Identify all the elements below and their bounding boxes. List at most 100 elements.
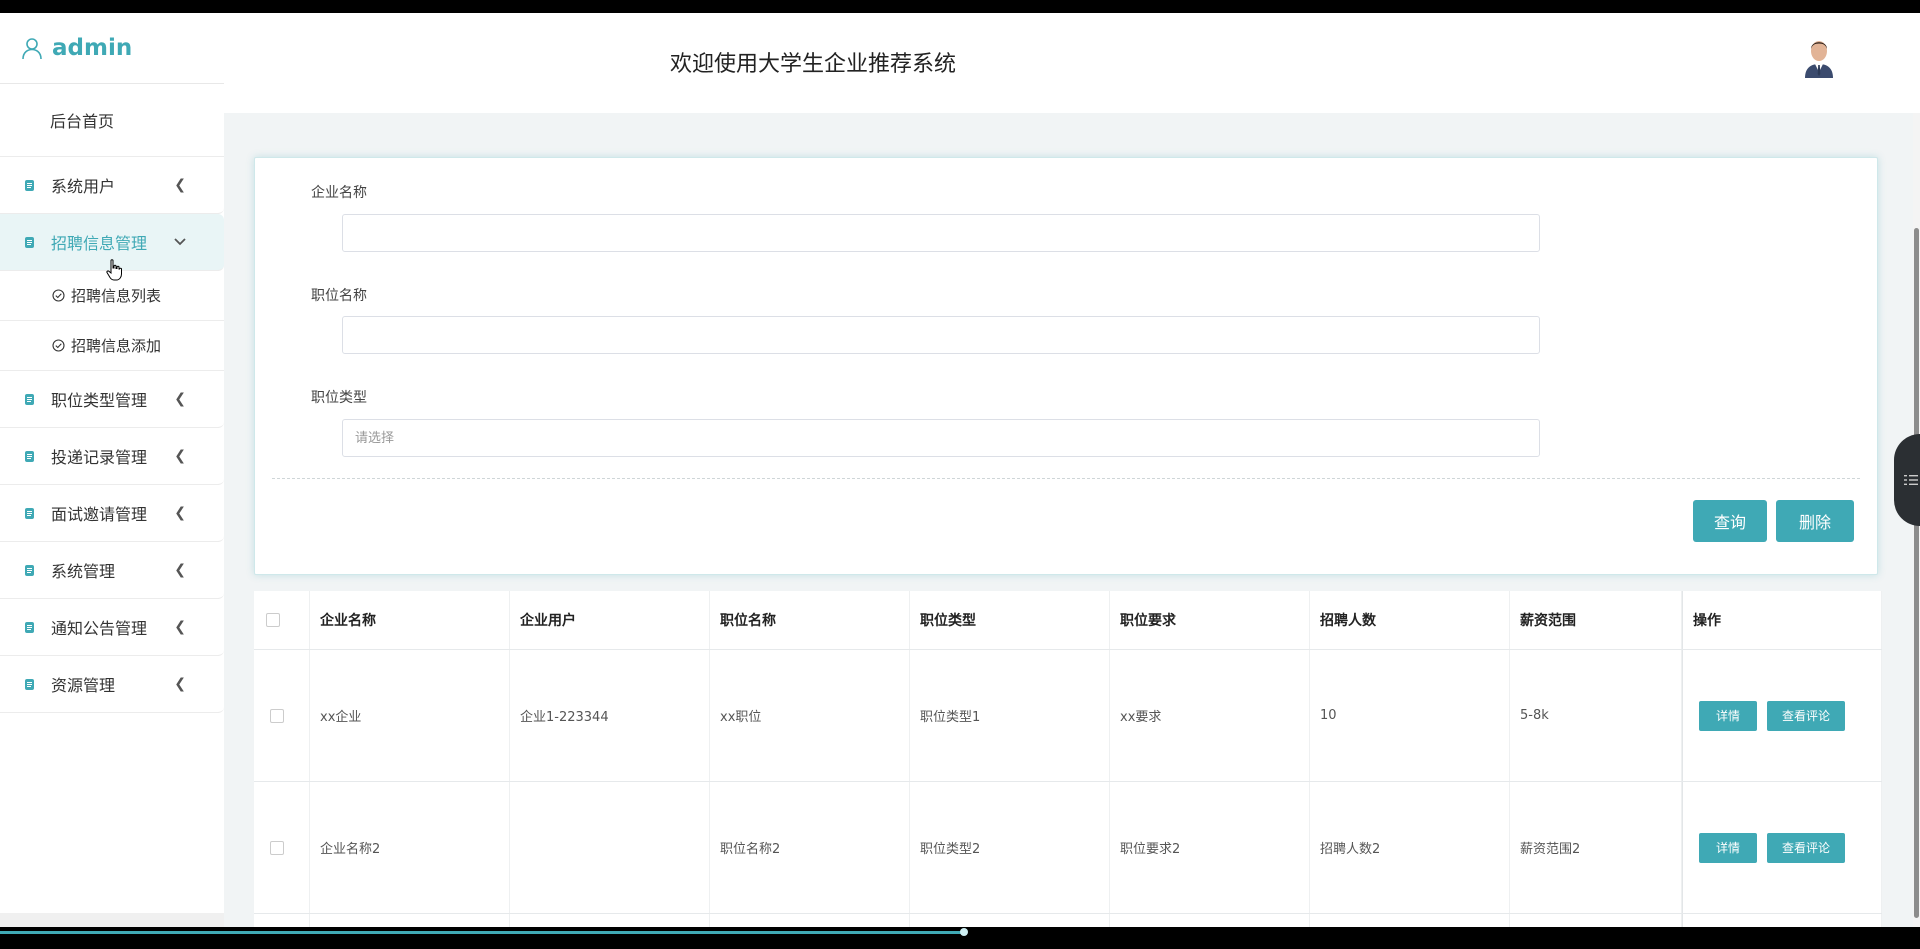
form-divider [272, 478, 1860, 479]
header-title: 欢迎使用大学生企业推荐系统 [670, 52, 957, 77]
view-comments-button[interactable]: 查看评论 [1767, 832, 1845, 863]
sidebar-item-system-users[interactable]: 系统用户 ❮ [0, 157, 224, 214]
table-cell: 10 [1310, 650, 1510, 781]
column-header[interactable]: 薪资范围 [1510, 591, 1682, 649]
list-menu-icon [1904, 475, 1918, 485]
column-header[interactable]: 企业用户 [510, 591, 710, 649]
table-cell [510, 914, 710, 927]
table-cell: 薪资范围2 [1510, 782, 1682, 913]
sidebar-item-resources[interactable]: 资源管理 ❮ [0, 656, 224, 713]
detail-button[interactable]: 详情 [1699, 700, 1757, 731]
document-icon [25, 621, 34, 633]
top-header: 欢迎使用大学生企业推荐系统 [224, 13, 1920, 114]
sidebar: admin 后台首页 系统用户 ❮ 招聘信息管理 招聘信息列表 招聘信息添加 职… [0, 13, 225, 927]
chevron-left-icon: ❮ [174, 391, 186, 407]
table-cell [910, 914, 1110, 927]
sidebar-logo: admin [0, 13, 224, 84]
main-content: 企业名称 职位名称 职位类型 请选择 查询 删除 企业名称 企业用户 职位名称 … [224, 113, 1920, 927]
column-header[interactable]: 职位名称 [710, 591, 910, 649]
document-icon [25, 179, 34, 191]
sidebar-item-label: 系统管理 [51, 562, 116, 581]
recruitment-table: 企业名称 企业用户 职位名称 职位类型 职位要求 招聘人数 薪资范围 操作 xx… [254, 591, 1882, 927]
row-checkbox[interactable] [270, 708, 284, 723]
table-cell [1510, 914, 1682, 927]
document-icon [25, 393, 34, 405]
position-type-label: 职位类型 [311, 390, 367, 406]
document-icon [25, 678, 34, 690]
check-circle-icon [52, 289, 65, 302]
video-progress-bar[interactable] [0, 931, 966, 934]
column-header[interactable]: 职位要求 [1110, 591, 1310, 649]
chevron-left-icon: ❮ [174, 448, 186, 464]
detail-button[interactable]: 详情 [1699, 832, 1757, 863]
delete-button[interactable]: 删除 [1776, 500, 1854, 542]
column-header[interactable]: 招聘人数 [1310, 591, 1510, 649]
table-cell: 职位名称2 [710, 782, 910, 913]
sidebar-subitem-label: 招聘信息添加 [71, 337, 162, 355]
position-name-label: 职位名称 [311, 288, 367, 304]
column-header[interactable]: 职位类型 [910, 591, 1110, 649]
table-row-partial [254, 914, 1882, 927]
table-cell: xx要求 [1110, 650, 1310, 781]
document-icon [25, 450, 34, 462]
table-cell [1682, 914, 1882, 927]
search-card: 企业名称 职位名称 职位类型 请选择 查询 删除 [254, 157, 1878, 575]
table-cell: 职位要求2 [1110, 782, 1310, 913]
sidebar-item-label: 招聘信息管理 [51, 234, 148, 253]
company-name-input[interactable] [342, 214, 1540, 252]
row-select-cell [254, 782, 310, 913]
check-circle-icon [52, 339, 65, 352]
query-button[interactable]: 查询 [1693, 500, 1767, 542]
company-name-label: 企业名称 [311, 185, 367, 201]
sidebar-item-label: 面试邀请管理 [51, 505, 148, 524]
table-cell [710, 914, 910, 927]
view-comments-button[interactable]: 查看评论 [1767, 700, 1845, 731]
chevron-left-icon: ❮ [174, 676, 186, 692]
chevron-left-icon: ❮ [174, 505, 186, 521]
select-all-checkbox[interactable] [266, 613, 280, 627]
table-cell: 企业名称2 [310, 782, 510, 913]
sidebar-item-interview-invites[interactable]: 面试邀请管理 ❮ [0, 485, 224, 542]
sidebar-item-home[interactable]: 后台首页 [0, 84, 224, 157]
table-header: 企业名称 企业用户 职位名称 职位类型 职位要求 招聘人数 薪资范围 操作 [254, 591, 1882, 650]
document-icon [25, 236, 34, 248]
admin-username: admin [52, 35, 133, 61]
actions-cell: 详情 查看评论 [1682, 782, 1882, 913]
position-name-input[interactable] [342, 316, 1540, 354]
progress-handle[interactable] [960, 928, 968, 936]
app-window: admin 后台首页 系统用户 ❮ 招聘信息管理 招聘信息列表 招聘信息添加 职… [0, 13, 1920, 927]
column-header[interactable]: 企业名称 [310, 591, 510, 649]
row-select-cell [254, 650, 310, 781]
table-cell: 企业1-223344 [510, 650, 710, 781]
table-cell: 职位类型1 [910, 650, 1110, 781]
sidebar-subitem-recruitment-add[interactable]: 招聘信息添加 [0, 321, 224, 371]
table-cell: xx企业 [310, 650, 510, 781]
table-cell: 5-8k [1510, 650, 1682, 781]
table-cell: 职位类型2 [910, 782, 1110, 913]
table-cell: xx职位 [710, 650, 910, 781]
table-row: 企业名称2 职位名称2 职位类型2 职位要求2 招聘人数2 薪资范围2 详情 查… [254, 782, 1882, 914]
table-cell [1110, 914, 1310, 927]
document-icon [25, 507, 34, 519]
scrollbar-thumb[interactable] [1914, 228, 1919, 918]
table-cell [310, 914, 510, 927]
table-cell [1310, 914, 1510, 927]
row-checkbox[interactable] [270, 840, 284, 855]
user-icon [20, 36, 44, 60]
position-type-select[interactable]: 请选择 [342, 419, 1540, 457]
sidebar-item-system-management[interactable]: 系统管理 ❮ [0, 542, 224, 599]
sidebar-item-label: 投递记录管理 [51, 448, 148, 467]
hand-cursor-icon [106, 259, 122, 281]
sidebar-item-delivery-records[interactable]: 投递记录管理 ❮ [0, 428, 224, 485]
sidebar-item-position-types[interactable]: 职位类型管理 ❮ [0, 371, 224, 428]
sidebar-item-announcements[interactable]: 通知公告管理 ❮ [0, 599, 224, 656]
column-header: 操作 [1682, 591, 1882, 649]
avatar[interactable] [1802, 34, 1836, 78]
sidebar-subitem-label: 招聘信息列表 [71, 287, 162, 305]
chevron-left-icon: ❮ [174, 619, 186, 635]
table-cell [254, 914, 310, 927]
sidebar-item-label: 系统用户 [51, 177, 116, 196]
table-row: xx企业 企业1-223344 xx职位 职位类型1 xx要求 10 5-8k … [254, 650, 1882, 782]
side-toggle-tab[interactable] [1894, 434, 1920, 526]
sidebar-footer [0, 913, 224, 927]
